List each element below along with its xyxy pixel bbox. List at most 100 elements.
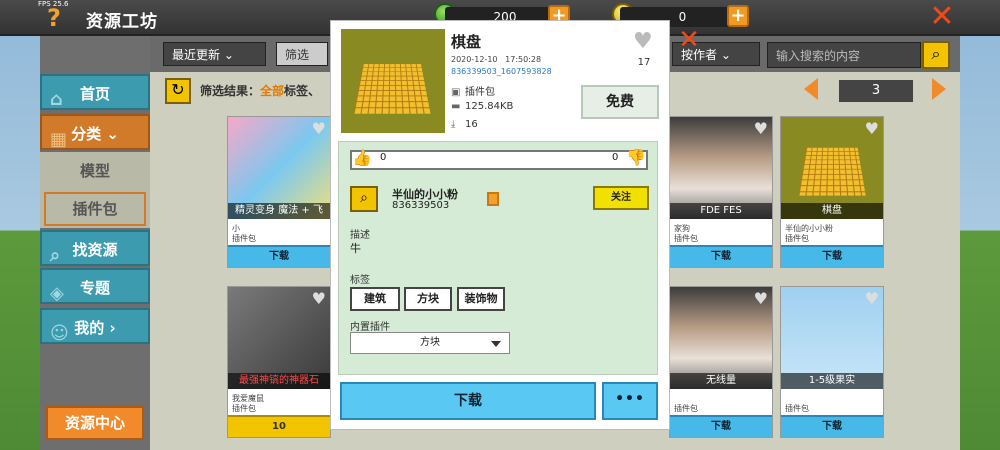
follow-button[interactable]: 关注: [593, 186, 649, 210]
close-icon[interactable]: ✕: [928, 2, 956, 32]
user-icon: ☺: [50, 323, 69, 344]
plugin-select[interactable]: 方块: [350, 332, 510, 354]
heart-icon[interactable]: ♥: [312, 119, 326, 138]
resource-downloads: ⤓ 16: [451, 119, 478, 130]
resource-title: 棋盘: [451, 33, 482, 51]
search-icon[interactable]: ⌕: [350, 186, 378, 212]
resource-date: 2020-12-10: [451, 55, 498, 64]
resource-card[interactable]: ♥ FDE FES 家狗 插件包 下载: [669, 116, 773, 268]
question-icon[interactable]: ?: [42, 5, 66, 31]
free-button[interactable]: 免费: [581, 85, 659, 119]
thumbs-up-count: 0: [380, 152, 387, 163]
modal-close-icon[interactable]: ✕: [678, 27, 700, 53]
resource-card[interactable]: ♥ 棋盘 半仙的小小粉 插件包 下载: [780, 116, 884, 268]
sidebar-item-category[interactable]: ▦ 分类 ⌄: [40, 114, 150, 150]
resource-time: 17:50:28: [505, 55, 542, 64]
resource-center-button[interactable]: 资源中心: [46, 406, 144, 440]
download-button[interactable]: 下载: [670, 245, 772, 267]
card-title: 精灵变身 魔法 + 飞: [228, 203, 330, 219]
resource-datetime: 2020-12-10 17:50:28: [451, 55, 541, 64]
resource-thumbnail: [341, 29, 445, 133]
sort-dropdown[interactable]: 最近更新 ⌄: [163, 42, 266, 66]
sidebar-subitem-label: 模型: [79, 162, 110, 180]
sidebar-item-mine[interactable]: ☺ 我的 ›: [40, 308, 150, 344]
topic-icon: ◈: [50, 283, 64, 304]
card-type: 插件包: [232, 404, 256, 413]
sidebar-item-label: 专题: [79, 279, 110, 297]
card-title: 最强神镐的神器石: [228, 373, 330, 389]
filter-button[interactable]: 筛选: [276, 42, 328, 66]
resource-downloads-label: 16: [465, 119, 478, 130]
download-icon: ⤓: [451, 119, 456, 130]
author-id: 836339503: [392, 200, 450, 211]
folder-icon: ▬: [451, 101, 461, 112]
card-type: 插件包: [674, 234, 698, 243]
resource-card[interactable]: ♥ 精灵变身 魔法 + 飞 小 插件包 下载: [227, 116, 331, 268]
prev-page-icon[interactable]: [804, 78, 818, 100]
card-title: FDE FES: [670, 203, 772, 219]
sidebar-item-label: 分类: [71, 125, 102, 143]
download-button[interactable]: 下载: [228, 245, 330, 267]
description-text: 牛: [350, 242, 361, 255]
card-title: 无线量: [670, 373, 772, 389]
resource-card[interactable]: ♥ 1-5级果实 插件包 下载: [780, 286, 884, 438]
sidebar-item-label: 首页: [79, 85, 110, 103]
add-beans-button[interactable]: +: [727, 5, 749, 27]
heart-icon[interactable]: ♥: [312, 289, 326, 308]
next-page-icon[interactable]: [932, 78, 946, 100]
plugin-select-value: 方块: [420, 337, 440, 348]
sidebar-item-label: 找资源: [72, 241, 118, 259]
sidebar-subitem-label: 插件包: [44, 192, 146, 226]
resource-id: 836339503_1607593828: [451, 67, 552, 76]
heart-icon[interactable]: ♥: [754, 119, 768, 138]
chevron-down-icon: ⌄: [720, 48, 731, 62]
card-title: 棋盘: [781, 203, 883, 219]
heart-icon[interactable]: ♥: [633, 29, 653, 54]
heart-icon[interactable]: ♥: [865, 119, 879, 138]
filter-result-rest: 标签、: [284, 84, 321, 98]
heart-icon[interactable]: ♥: [754, 289, 768, 308]
copy-icon[interactable]: [487, 192, 499, 206]
tags-label: 标签: [350, 275, 370, 286]
tag-chip[interactable]: 装饰物: [457, 287, 505, 311]
description-label: 描述: [350, 230, 370, 241]
more-options-button[interactable]: •••: [602, 382, 658, 420]
sidebar-item-home[interactable]: ⌂ 首页: [40, 74, 150, 110]
card-type: 插件包: [785, 404, 809, 413]
chevron-down-icon: [491, 341, 501, 347]
buy-button[interactable]: 10: [228, 415, 330, 437]
chevron-right-icon: ›: [104, 319, 116, 337]
filter-result-label: 筛选结果：: [200, 84, 261, 98]
sidebar-item-topic[interactable]: ◈ 专题: [40, 268, 150, 304]
built-in-plugins-label: 内置插件: [350, 322, 390, 333]
thumbs-down-icon[interactable]: 👎: [626, 148, 646, 167]
filter-result: 筛选结果：全部标签、: [200, 82, 320, 99]
plugin-icon: ▣: [451, 87, 461, 98]
resource-type: ▣ 插件包: [451, 83, 495, 98]
download-button[interactable]: 下载: [670, 415, 772, 437]
resource-card[interactable]: ♥ 无线量 插件包 下载: [669, 286, 773, 438]
heart-icon[interactable]: ♥: [865, 289, 879, 308]
page-number: 3: [839, 80, 913, 102]
home-icon: ⌂: [50, 89, 63, 110]
resource-card[interactable]: ♥ 最强神镐的神器石 我爱魔鼠 插件包 10: [227, 286, 331, 438]
like-count: 17: [637, 57, 651, 68]
card-type: 插件包: [785, 234, 809, 243]
tag-chip[interactable]: 建筑: [350, 287, 400, 311]
sort-dropdown-label: 最近更新: [172, 48, 221, 62]
sidebar-item-label: 我的: [74, 319, 105, 337]
search-input[interactable]: 输入搜索的内容: [767, 42, 921, 68]
download-button[interactable]: 下载: [340, 382, 596, 420]
thumbs-up-icon[interactable]: 👍: [352, 148, 372, 167]
refresh-icon[interactable]: ↻: [165, 78, 191, 104]
download-button[interactable]: 下载: [781, 245, 883, 267]
download-button[interactable]: 下载: [781, 415, 883, 437]
sidebar-subitem-model[interactable]: 模型: [40, 152, 150, 190]
search-icon[interactable]: ⌕: [922, 41, 950, 69]
app-title: 资源工坊: [86, 12, 158, 32]
sidebar-item-find-resource[interactable]: ⌕ 找资源: [40, 230, 150, 266]
sidebar-subitem-plugin-pack[interactable]: 插件包: [40, 190, 150, 228]
resource-type-label: 插件包: [465, 87, 495, 98]
tag-chip[interactable]: 方块: [404, 287, 452, 311]
filter-result-highlight: 全部: [260, 84, 285, 98]
